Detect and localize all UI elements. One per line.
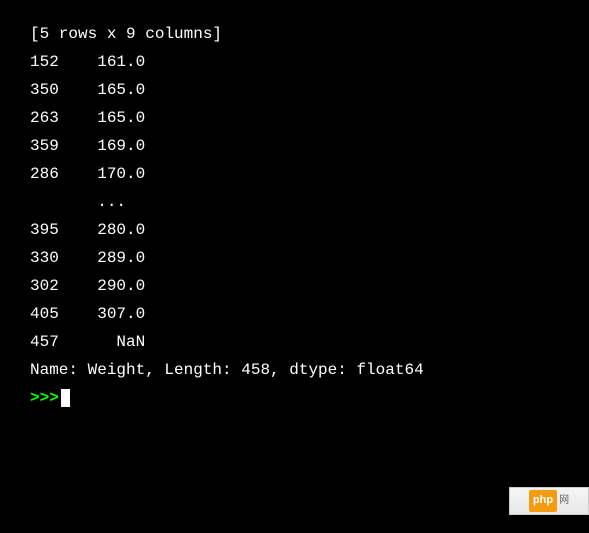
series-row: 359 169.0 xyxy=(30,132,559,160)
series-index: 395 xyxy=(30,221,59,239)
watermark-text: 网 xyxy=(559,492,569,510)
series-row: 457 NaN xyxy=(30,328,559,356)
watermark-logo: php xyxy=(529,490,557,511)
series-row: 302 290.0 xyxy=(30,272,559,300)
series-row: 395 280.0 xyxy=(30,216,559,244)
series-value: 165.0 xyxy=(97,81,145,99)
series-summary: Name: Weight, Length: 458, dtype: float6… xyxy=(30,356,559,384)
series-row: 286 170.0 xyxy=(30,160,559,188)
series-index: 359 xyxy=(30,137,59,155)
series-value: NaN xyxy=(97,333,145,351)
series-row: 330 289.0 xyxy=(30,244,559,272)
truncation-ellipsis: ... xyxy=(30,188,559,216)
series-index: 330 xyxy=(30,249,59,267)
watermark-badge: php 网 xyxy=(509,487,589,515)
dataframe-shape-info: [5 rows x 9 columns] xyxy=(30,20,559,48)
series-value: 307.0 xyxy=(97,305,145,323)
series-value: 169.0 xyxy=(97,137,145,155)
cursor-icon xyxy=(61,389,70,407)
prompt-line[interactable]: >>> xyxy=(30,384,559,412)
series-value: 170.0 xyxy=(97,165,145,183)
series-index: 152 xyxy=(30,53,59,71)
series-row: 405 307.0 xyxy=(30,300,559,328)
series-value: 280.0 xyxy=(97,221,145,239)
series-row: 263 165.0 xyxy=(30,104,559,132)
series-value: 290.0 xyxy=(97,277,145,295)
series-row: 152 161.0 xyxy=(30,48,559,76)
series-index: 302 xyxy=(30,277,59,295)
series-index: 286 xyxy=(30,165,59,183)
series-value: 289.0 xyxy=(97,249,145,267)
python-prompt: >>> xyxy=(30,389,59,407)
series-value: 161.0 xyxy=(97,53,145,71)
series-index: 350 xyxy=(30,81,59,99)
series-row: 350 165.0 xyxy=(30,76,559,104)
series-index: 263 xyxy=(30,109,59,127)
series-index: 457 xyxy=(30,333,59,351)
series-value: 165.0 xyxy=(97,109,145,127)
series-index: 405 xyxy=(30,305,59,323)
